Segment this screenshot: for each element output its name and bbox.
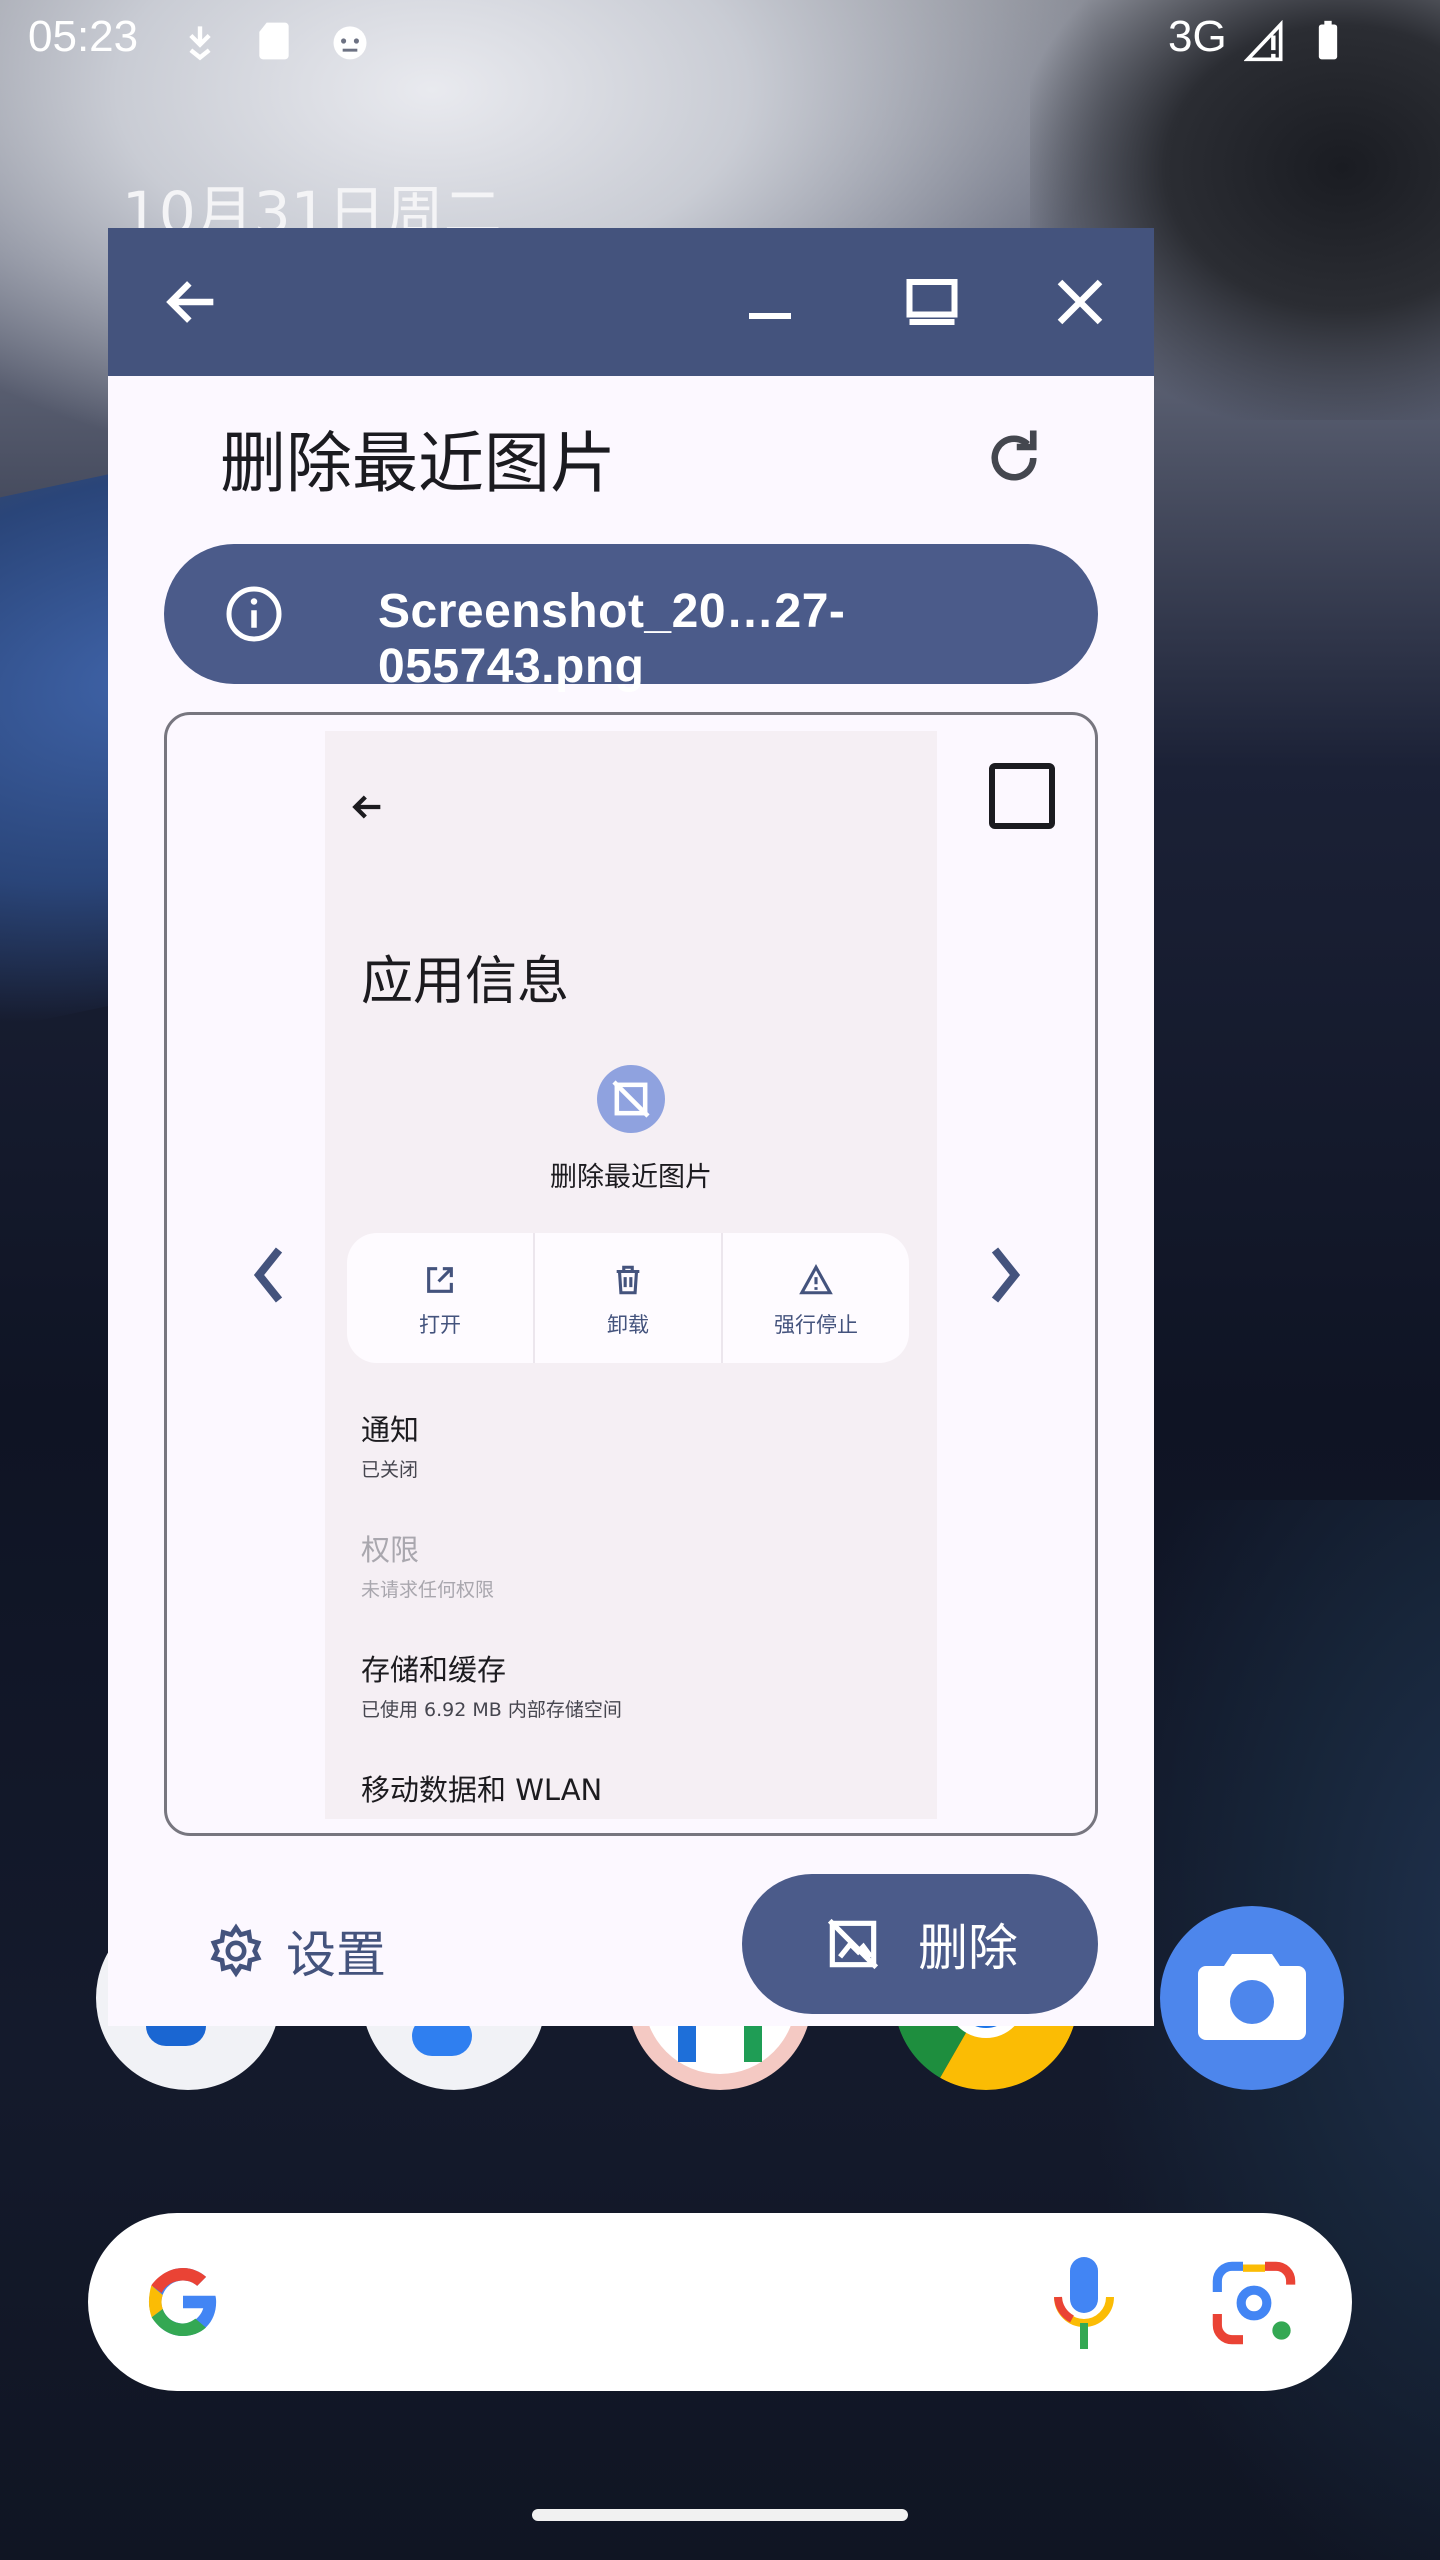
open-external-icon [427, 1267, 453, 1293]
gesture-home-bar[interactable] [532, 2509, 908, 2521]
close-button[interactable] [1034, 256, 1126, 348]
preview-action-bar: 打开 卸载 强行停止 [347, 1233, 909, 1363]
preview-action-uninstall: 卸载 [535, 1233, 723, 1363]
preview-back-arrow-icon [352, 795, 381, 819]
android-debug-icon [333, 26, 367, 60]
microphone-icon[interactable] [1048, 2253, 1120, 2353]
trash-icon [616, 1265, 640, 1295]
preview-action-force-stop: 强行停止 [723, 1233, 909, 1363]
preview-row-notifications: 通知 已关闭 [361, 1413, 420, 1481]
preview-row-storage: 存储和缓存 已使用 6.92 MB 内部存储空间 [361, 1653, 622, 1721]
image-preview-card: 应用信息 删除最近图片 打开 卸载 强行停止 通知 已关闭 权限 未请求任何权限… [164, 712, 1098, 1836]
google-search-bar[interactable] [88, 2213, 1352, 2391]
preview-row-permissions: 权限 未请求任何权限 [361, 1533, 495, 1601]
maximize-icon [906, 279, 958, 325]
back-button[interactable] [146, 256, 238, 348]
settings-button[interactable]: 设置 [208, 1906, 386, 1996]
preview-row-data-usage: 移动数据和 WLAN [361, 1773, 603, 1807]
file-name: Screenshot_20…27-055743.png [378, 585, 846, 693]
gear-icon [210, 1923, 262, 1978]
warning-icon [799, 1264, 833, 1295]
download-icon [189, 26, 211, 61]
preview-action-open: 打开 [347, 1233, 535, 1363]
close-icon [1057, 279, 1103, 325]
preview-app-name: 删除最近图片 [550, 1162, 712, 1193]
dock-camera-app[interactable] [1160, 1906, 1344, 2090]
refresh-icon [991, 430, 1037, 481]
battery-icon [1318, 20, 1338, 60]
back-arrow-icon [166, 281, 214, 323]
google-lens-icon[interactable] [1210, 2259, 1298, 2347]
signal-icon [1244, 19, 1283, 62]
file-name-chip[interactable]: Screenshot_20…27-055743.png [164, 544, 1098, 693]
app-title: 删除最近图片 [220, 425, 616, 502]
screenshot-preview[interactable]: 应用信息 删除最近图片 打开 卸载 强行停止 通知 已关闭 权限 未请求任何权限… [325, 731, 937, 1819]
status-bar: 05:23 3G [0, 0, 1440, 84]
settings-label: 设置 [286, 1926, 386, 1984]
camera-icon [1198, 1954, 1306, 2040]
next-image-icon[interactable] [975, 1235, 1035, 1315]
refresh-button[interactable] [968, 412, 1060, 504]
info-icon [226, 586, 282, 642]
no-image-icon [612, 1080, 650, 1118]
preview-page-title: 应用信息 [361, 952, 570, 1012]
hide-image-icon [827, 1918, 879, 1970]
google-logo-icon [148, 2267, 219, 2337]
delete-label: 删除 [918, 1919, 1018, 1977]
minimize-icon [749, 312, 791, 320]
preview-app-icon [597, 1065, 665, 1133]
minimize-button[interactable] [724, 256, 816, 348]
sd-card-icon [259, 22, 289, 60]
floating-window: 删除最近图片 Screenshot_20…27-055743.png 应用信息 [108, 228, 1154, 2026]
window-titlebar [108, 228, 1154, 376]
delete-button[interactable]: 删除 [742, 1874, 1098, 2014]
network-type: 3G [1168, 12, 1227, 61]
select-checkbox[interactable] [989, 763, 1055, 829]
maximize-button[interactable] [886, 256, 978, 348]
status-time: 05:23 [28, 12, 139, 61]
previous-image-icon[interactable] [239, 1235, 299, 1315]
